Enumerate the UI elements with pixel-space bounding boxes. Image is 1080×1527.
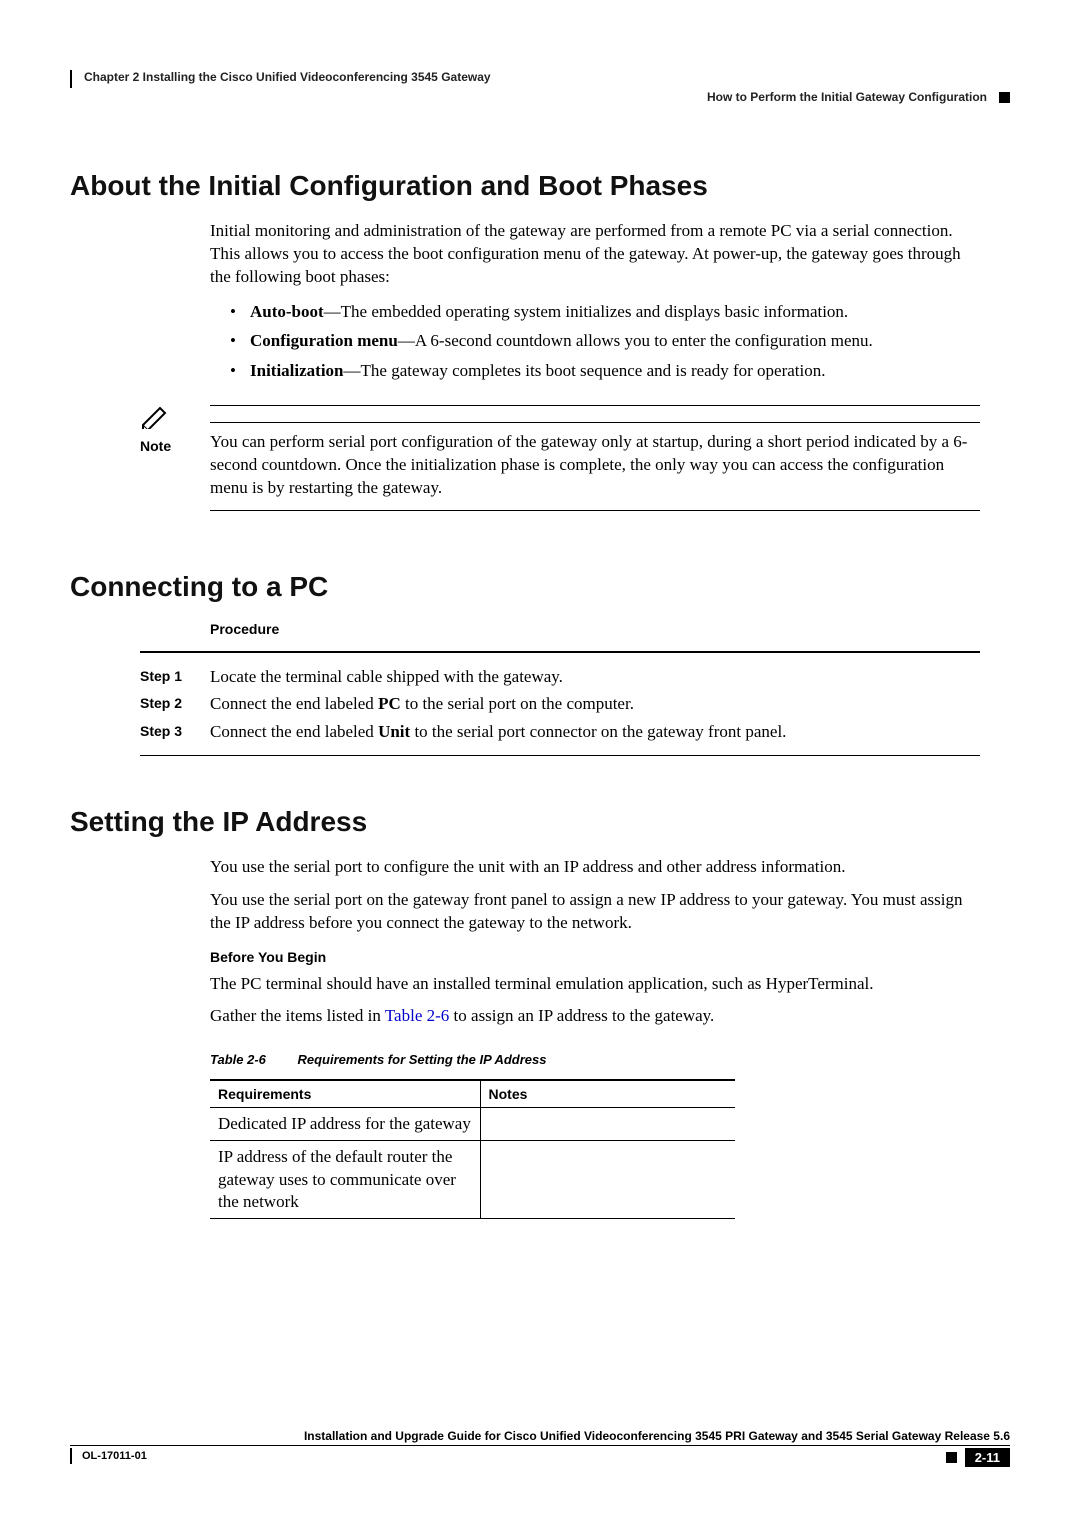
list-item: Auto-boot—The embedded operating system … [230, 299, 980, 325]
header-marker [70, 70, 72, 88]
table-header: Notes [480, 1080, 735, 1108]
table-title: Requirements for Setting the IP Address [298, 1052, 547, 1067]
section-label: How to Perform the Initial Gateway Confi… [707, 90, 987, 104]
table-id: Table 2-6 [210, 1052, 266, 1067]
divider [140, 755, 980, 756]
list-item: Initialization—The gateway completes its… [230, 358, 980, 384]
step-text: Connect the end labeled Unit to the seri… [210, 718, 980, 745]
table-row: Dedicated IP address for the gateway [210, 1108, 735, 1141]
procedure-steps: Step 1 Locate the terminal cable shipped… [140, 651, 980, 756]
requirements-table: Requirements Notes Dedicated IP address … [210, 1079, 735, 1218]
section-marker-icon [999, 92, 1010, 103]
divider [140, 651, 980, 653]
table-header: Requirements [210, 1080, 480, 1108]
running-header: Chapter 2 Installing the Cisco Unified V… [70, 70, 1010, 110]
before-you-begin-label: Before You Begin [210, 949, 980, 965]
step-row: Step 2 Connect the end labeled PC to the… [140, 690, 980, 717]
table-row: IP address of the default router the gat… [210, 1141, 735, 1218]
note-label: Note [140, 438, 210, 454]
footer-marker [70, 1448, 72, 1464]
page-footer: Installation and Upgrade Guide for Cisco… [70, 1429, 1010, 1467]
note-block: Note You can perform serial port configu… [140, 405, 980, 511]
section-3-body: You use the serial port to configure the… [210, 856, 980, 1219]
page-marker-icon [946, 1452, 957, 1463]
footer-right: 2-11 [946, 1448, 1010, 1467]
footer-left: OL-17011-01 [70, 1448, 147, 1464]
body-paragraph: You use the serial port on the gateway f… [210, 889, 980, 935]
footer-bottom-row: OL-17011-01 2-11 [70, 1446, 1010, 1467]
step-row: Step 3 Connect the end labeled Unit to t… [140, 718, 980, 745]
table-cell: Dedicated IP address for the gateway [210, 1108, 480, 1141]
procedure-label: Procedure [210, 621, 980, 637]
page-number: 2-11 [965, 1448, 1010, 1467]
boot-phase-list: Auto-boot—The embedded operating system … [230, 299, 980, 384]
section-2-body: Procedure [210, 621, 980, 637]
step-number: Step 1 [140, 663, 210, 690]
list-item: Configuration menu—A 6-second countdown … [230, 328, 980, 354]
step-number: Step 2 [140, 690, 210, 717]
note-body: You can perform serial port configuratio… [210, 405, 980, 511]
note-icon-column: Note [140, 405, 210, 454]
chapter-label: Chapter 2 Installing the Cisco Unified V… [84, 70, 491, 84]
table-caption: Table 2-6 Requirements for Setting the I… [210, 1052, 980, 1067]
doc-id: OL-17011-01 [82, 1450, 147, 1462]
heading-connecting-pc: Connecting to a PC [70, 571, 1010, 603]
step-number: Step 3 [140, 718, 210, 745]
body-paragraph: The PC terminal should have an installed… [210, 973, 980, 996]
heading-about-boot: About the Initial Configuration and Boot… [70, 170, 1010, 202]
table-cell: IP address of the default router the gat… [210, 1141, 480, 1218]
step-text: Connect the end labeled PC to the serial… [210, 690, 980, 717]
table-link[interactable]: Table 2-6 [385, 1006, 449, 1025]
step-text: Locate the terminal cable shipped with t… [210, 663, 980, 690]
footer-doc-title: Installation and Upgrade Guide for Cisco… [70, 1429, 1010, 1446]
table-cell [480, 1108, 735, 1141]
pencil-icon [140, 405, 168, 429]
intro-paragraph: Initial monitoring and administration of… [210, 220, 980, 289]
body-paragraph: You use the serial port to configure the… [210, 856, 980, 879]
note-text: You can perform serial port configuratio… [210, 422, 980, 500]
heading-setting-ip: Setting the IP Address [70, 806, 1010, 838]
step-row: Step 1 Locate the terminal cable shipped… [140, 663, 980, 690]
section-1-body: Initial monitoring and administration of… [210, 220, 980, 383]
section-header-wrap: How to Perform the Initial Gateway Confi… [707, 90, 1010, 104]
page-content: Chapter 2 Installing the Cisco Unified V… [70, 70, 1010, 1219]
table-cell [480, 1141, 735, 1218]
body-paragraph: Gather the items listed in Table 2-6 to … [210, 1005, 980, 1028]
